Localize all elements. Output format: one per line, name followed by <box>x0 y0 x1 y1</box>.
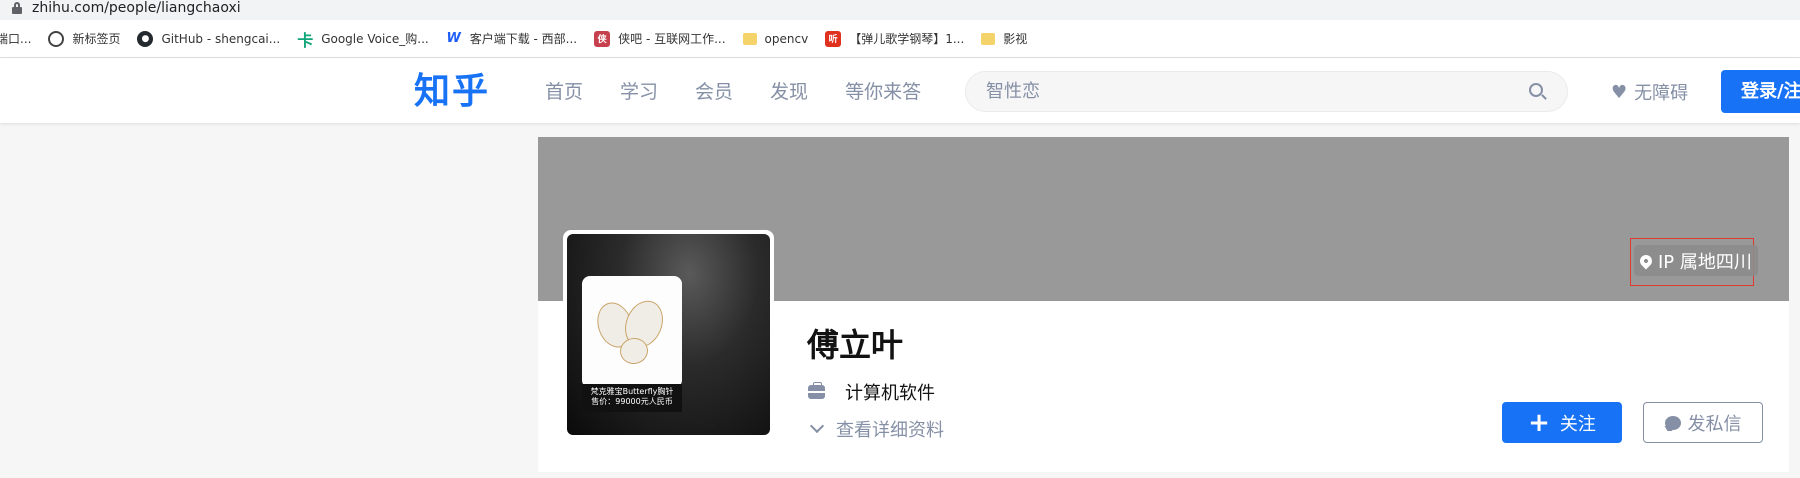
bookmark-item[interactable]: 卡 Google Voice_购... <box>297 30 429 50</box>
bookmarks-bar: 端口... 新标签页 ● GitHub - shengcai... 卡 Google… <box>0 20 1800 58</box>
search-input[interactable] <box>986 72 1506 111</box>
bookmark-label: 影视 <box>1003 32 1028 46</box>
butterfly-brooch-image <box>582 276 682 388</box>
xia-icon: 侠 <box>594 30 611 47</box>
lock-icon <box>12 2 22 15</box>
ting-icon: 听 <box>825 30 842 47</box>
view-details-link[interactable]: 查看详细资料 <box>809 416 944 442</box>
message-label: 发私信 <box>1687 413 1742 435</box>
browser-address-bar: zhihu.com/people/liangchaoxi <box>0 0 1800 20</box>
profile-industry: 计算机软件 <box>808 379 935 405</box>
avatar-caption-line: 售价：99000元人民币 <box>591 397 673 406</box>
bookmark-label: 客户端下载 - 西部... <box>469 32 578 46</box>
folder-icon <box>742 32 757 45</box>
zhihu-logo[interactable]: 知乎 <box>414 62 490 114</box>
bookmark-item[interactable]: 侠侠吧 - 互联网工作... <box>594 30 726 47</box>
plus-icon: + <box>1528 407 1550 438</box>
avatar-caption-line: 梵克雅宝Butterfly胸针 <box>590 387 674 396</box>
accessibility-link[interactable]: ♥ 无障碍 <box>1611 79 1688 105</box>
heart-icon: ♥ <box>1611 81 1628 103</box>
bookmark-label: 新标签页 <box>72 32 121 46</box>
chat-bubble-icon <box>1664 415 1681 430</box>
avatar-caption: 梵克雅宝Butterfly胸针 售价：99000元人民币 <box>582 384 682 412</box>
bookmark-label: 【弹儿歌学钢琴】1... <box>849 32 965 46</box>
view-details-label: 查看详细资料 <box>836 420 944 441</box>
w-icon: W <box>446 31 461 46</box>
bookmark-label: Google Voice_购... <box>321 32 429 46</box>
briefcase-icon <box>808 382 825 399</box>
bookmark-item[interactable]: 新标签页 <box>48 30 120 47</box>
ip-location-text: IP 属地四川 <box>1658 251 1752 273</box>
industry-text: 计算机软件 <box>845 383 935 404</box>
follow-label: 关注 <box>1559 413 1596 435</box>
chevron-down-icon <box>809 418 825 434</box>
bookmark-item[interactable]: opencv <box>742 31 809 46</box>
bookmark-item[interactable]: 影视 <box>981 30 1027 47</box>
nav-answer[interactable]: 等你来答 <box>845 77 921 104</box>
folder-icon <box>981 32 996 45</box>
ip-location-highlight: IP 属地四川 <box>1630 238 1758 286</box>
site-header: 知乎 首页 学习 会员 发现 等你来答 ♥ 无障碍 登录/注册 <box>0 58 1800 123</box>
profile-name: 傅立叶 <box>807 326 904 364</box>
bookmark-label: opencv <box>764 31 809 46</box>
follow-button[interactable]: + 关注 <box>1502 402 1622 443</box>
bookmark-label: 侠吧 - 互联网工作... <box>618 32 726 46</box>
location-pin-icon <box>1637 252 1655 269</box>
login-button[interactable]: 登录/注册 <box>1721 70 1800 113</box>
bookmark-item[interactable]: W 客户端下载 - 西部... <box>446 30 578 47</box>
butterfly-icon <box>591 290 670 374</box>
ip-location-badge: IP 属地四川 <box>1634 245 1758 276</box>
avatar[interactable]: 梵克雅宝Butterfly胸针 售价：99000元人民币 <box>567 234 770 435</box>
bookmark-item[interactable]: ● GitHub - shengcai... <box>137 30 281 47</box>
github-icon: ● <box>137 30 154 47</box>
bookmark-item[interactable]: 听【弹儿歌学钢琴】1... <box>825 30 964 47</box>
nav-learn[interactable]: 学习 <box>620 77 658 104</box>
bookmark-label: GitHub - shengcai... <box>161 31 281 46</box>
bookmark-label: 端口... <box>0 32 32 46</box>
nav-home[interactable]: 首页 <box>545 77 583 104</box>
avatar-frame: 梵克雅宝Butterfly胸针 售价：99000元人民币 <box>563 230 774 439</box>
search-box <box>965 71 1568 112</box>
accessibility-label: 无障碍 <box>1634 83 1689 104</box>
search-icon[interactable] <box>1529 83 1547 101</box>
main-nav: 首页 学习 会员 发现 等你来答 <box>545 58 958 123</box>
message-button[interactable]: 发私信 <box>1643 402 1763 443</box>
nav-explore[interactable]: 发现 <box>770 77 808 104</box>
url-field[interactable]: zhihu.com/people/liangchaoxi <box>32 0 241 17</box>
nav-vip[interactable]: 会员 <box>695 77 733 104</box>
bookmark-item[interactable]: 端口... <box>0 30 31 47</box>
ka-icon: 卡 <box>297 30 314 50</box>
globe-icon <box>48 30 65 47</box>
